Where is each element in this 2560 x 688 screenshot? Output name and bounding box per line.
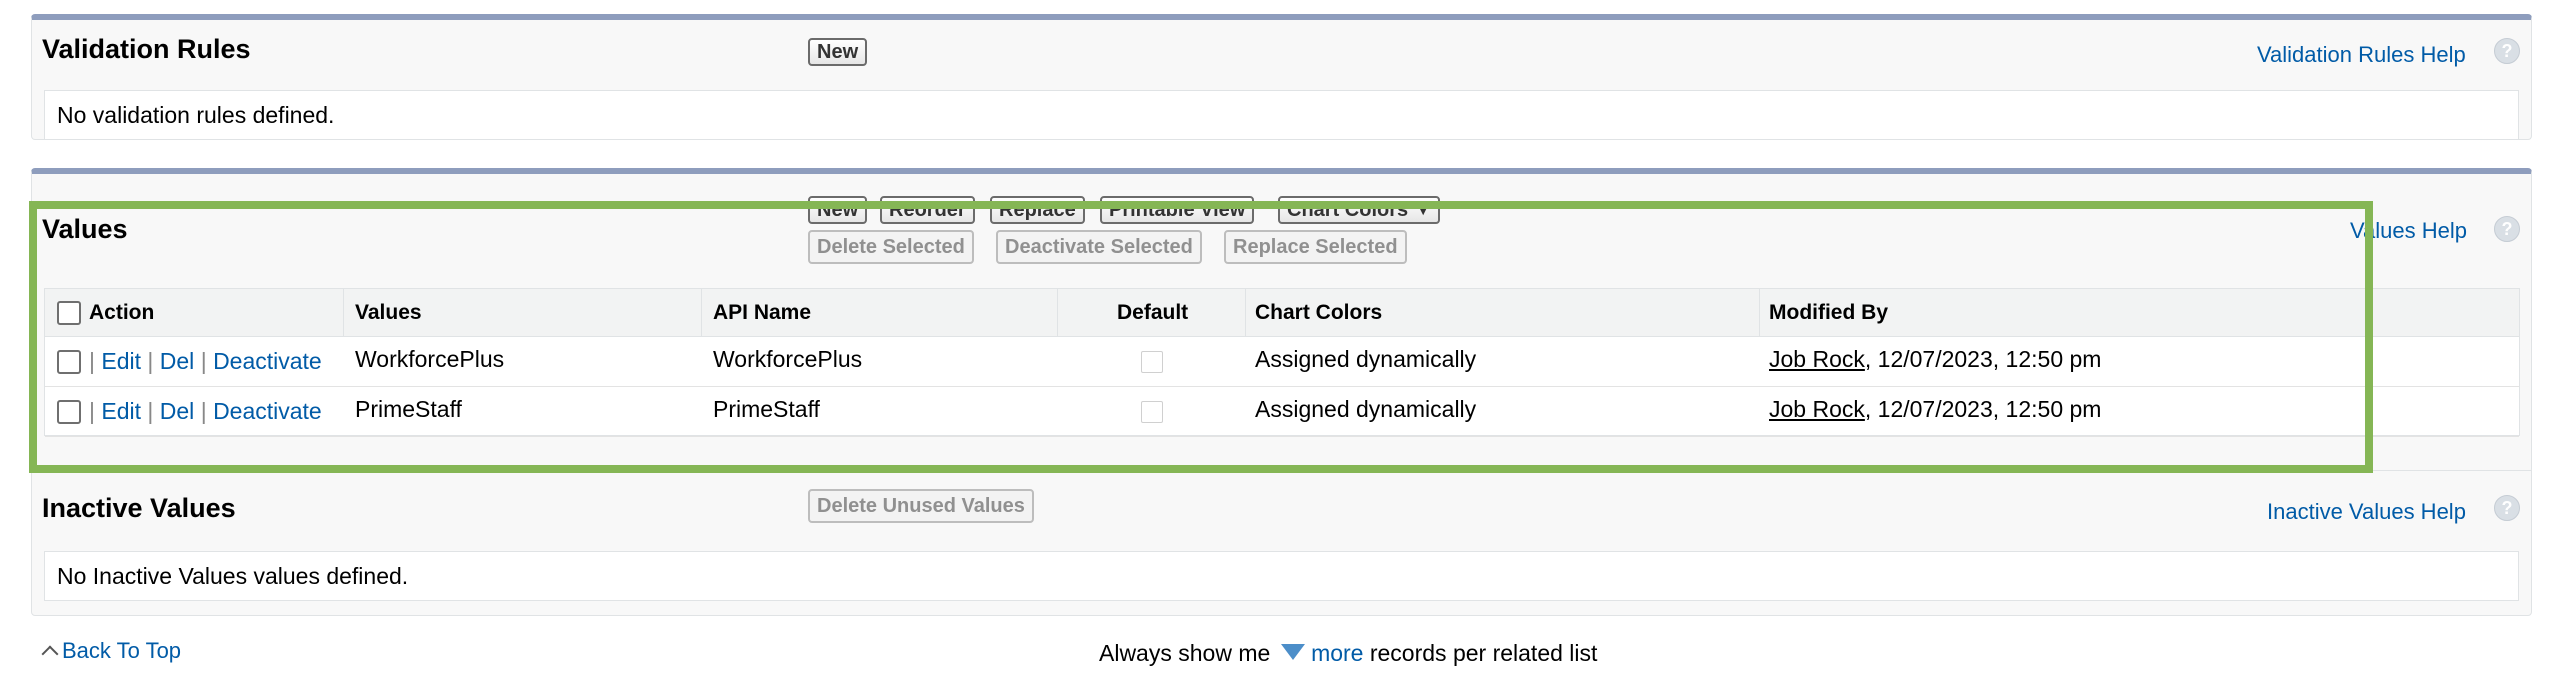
delete-unused-values-button[interactable]: Delete Unused Values xyxy=(808,489,1034,523)
modified-by-cell: Job Rock, 12/07/2023, 12:50 pm xyxy=(1769,337,2101,386)
action-separator: | xyxy=(89,348,95,374)
triangle-down-icon[interactable] xyxy=(1280,644,1305,660)
action-separator: | xyxy=(200,348,207,374)
chart-colors-label: Chart Colors xyxy=(1287,199,1409,221)
records-per-list: Always show me more records per related … xyxy=(1099,640,1597,667)
action-separator: | xyxy=(147,398,154,424)
more-link[interactable]: more xyxy=(1311,640,1363,666)
validation-rules-new-button[interactable]: New xyxy=(808,38,868,66)
deactivate-selected-button[interactable]: Deactivate Selected xyxy=(996,230,1202,264)
modified-by-user-link[interactable]: Job Rock xyxy=(1769,396,1865,422)
inactive-values-help-link[interactable]: Inactive Values Help xyxy=(2267,499,2466,525)
column-header-api-name: API Name xyxy=(713,301,812,324)
value-cell: WorkforcePlus xyxy=(355,346,505,372)
replace-selected-button[interactable]: Replace Selected xyxy=(1224,230,1407,264)
column-header-default: Default xyxy=(1117,301,1189,324)
default-checkbox xyxy=(1141,351,1163,373)
row-actions: | Edit | Del | Deactivate xyxy=(89,387,322,436)
column-divider xyxy=(1759,289,1760,336)
validation-rules-help-link[interactable]: Validation Rules Help xyxy=(2257,42,2466,68)
row-checkbox[interactable] xyxy=(57,400,81,424)
column-header-modified-by: Modified By xyxy=(1769,301,1888,324)
chart-colors-button[interactable]: Chart Colors ▼ xyxy=(1278,196,1441,224)
chart-colors-cell: Assigned dynamically xyxy=(1255,346,1477,372)
inactive-values-section: Inactive Values Delete Unused Values Ina… xyxy=(31,470,2532,616)
validation-rules-title: Validation Rules xyxy=(42,34,251,64)
values-title: Values xyxy=(42,214,128,244)
replace-button[interactable]: Replace xyxy=(990,196,1085,224)
caret-up-icon xyxy=(41,645,59,663)
help-icon[interactable]: ? xyxy=(2494,495,2520,521)
select-all-checkbox[interactable] xyxy=(57,301,81,325)
action-separator: | xyxy=(200,398,207,424)
values-table: Action Values API Name Default Chart Col… xyxy=(44,288,2520,437)
del-link[interactable]: Del xyxy=(160,348,195,374)
modified-on: , 12/07/2023, 12:50 pm xyxy=(1864,346,2102,372)
edit-link[interactable]: Edit xyxy=(101,398,141,424)
reorder-button[interactable]: Reorder xyxy=(880,196,975,224)
column-divider xyxy=(701,289,702,336)
inactive-values-title: Inactive Values xyxy=(42,493,236,523)
deactivate-link[interactable]: Deactivate xyxy=(213,398,322,424)
api-name-cell: PrimeStaff xyxy=(713,396,820,422)
column-header-action: Action xyxy=(89,301,155,324)
printable-view-button[interactable]: Printable View xyxy=(1100,196,1255,224)
table-row: | Edit | Del | Deactivate WorkforcePlus … xyxy=(45,337,2519,387)
del-link[interactable]: Del xyxy=(160,398,195,424)
always-show-text: Always show me xyxy=(1099,640,1271,666)
delete-selected-button[interactable]: Delete Selected xyxy=(808,230,974,264)
values-help-link[interactable]: Values Help xyxy=(2350,218,2467,244)
chevron-down-icon: ▼ xyxy=(1416,202,1431,218)
column-divider xyxy=(1245,289,1246,336)
value-cell: PrimeStaff xyxy=(355,396,462,422)
row-actions: | Edit | Del | Deactivate xyxy=(89,337,322,386)
edit-link[interactable]: Edit xyxy=(101,348,141,374)
action-separator: | xyxy=(89,398,95,424)
inactive-values-empty-message: No Inactive Values values defined. xyxy=(44,551,2519,601)
action-separator: | xyxy=(147,348,154,374)
row-checkbox[interactable] xyxy=(57,350,81,374)
values-new-button[interactable]: New xyxy=(808,196,868,224)
modified-on: , 12/07/2023, 12:50 pm xyxy=(1864,396,2102,422)
help-icon[interactable]: ? xyxy=(2494,38,2520,64)
modified-by-cell: Job Rock, 12/07/2023, 12:50 pm xyxy=(1769,387,2101,436)
column-divider xyxy=(343,289,344,336)
column-divider xyxy=(1057,289,1058,336)
deactivate-link[interactable]: Deactivate xyxy=(213,348,322,374)
column-header-chart-colors: Chart Colors xyxy=(1255,301,1383,324)
records-text: records per related list xyxy=(1369,640,1598,666)
validation-rules-empty-message: No validation rules defined. xyxy=(44,90,2519,140)
api-name-cell: WorkforcePlus xyxy=(713,346,863,372)
back-to-top-label: Back To Top xyxy=(62,638,182,663)
help-icon[interactable]: ? xyxy=(2494,216,2520,242)
back-to-top-link[interactable]: Back To Top xyxy=(41,638,182,664)
default-checkbox xyxy=(1141,401,1163,423)
modified-by-user-link[interactable]: Job Rock xyxy=(1769,346,1865,372)
table-row: | Edit | Del | Deactivate PrimeStaff Pri… xyxy=(45,387,2519,437)
chart-colors-cell: Assigned dynamically xyxy=(1255,396,1477,422)
column-header-values: Values xyxy=(355,301,422,324)
table-header-row: Action Values API Name Default Chart Col… xyxy=(45,289,2519,337)
validation-rules-section: Validation Rules New Validation Rules He… xyxy=(31,14,2532,140)
